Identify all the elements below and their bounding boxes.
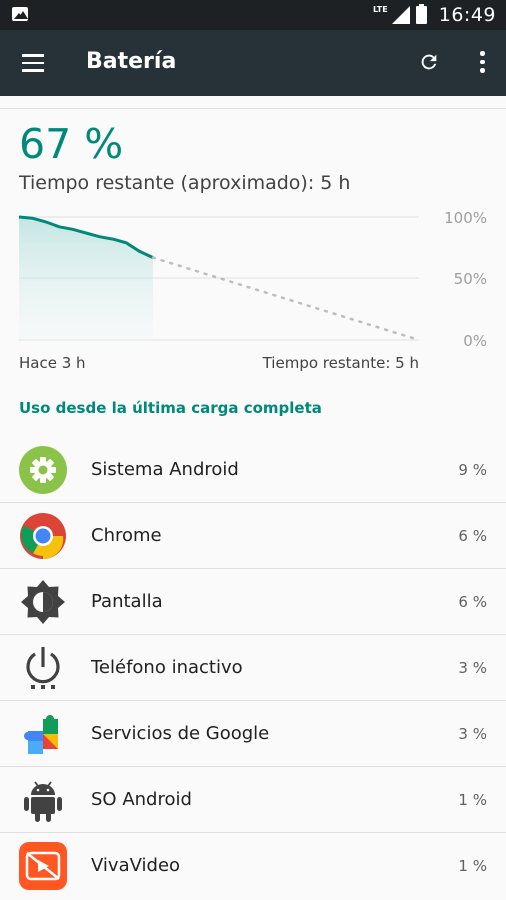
x-end-label: Tiempo restante: 5 h [262, 354, 419, 372]
clock: 16:49 [438, 4, 496, 26]
y-tick-label: 100% [444, 209, 487, 227]
time-remaining: Tiempo restante (aproximado): 5 h [19, 172, 351, 194]
x-start-label: Hace 3 h [19, 354, 86, 372]
battery-icon [415, 4, 427, 24]
list-item[interactable]: Teléfono inactivo 3 % [0, 635, 506, 701]
android-robot-icon [24, 781, 62, 822]
divider [0, 108, 506, 109]
chrome-icon [20, 513, 66, 560]
app-bar: Batería [0, 30, 506, 96]
list-item[interactable]: Chrome 6 % [0, 503, 506, 569]
chart-plot [18, 215, 421, 342]
usage-percent: 3 % [458, 659, 487, 677]
usage-percent: 6 % [458, 527, 487, 545]
more-vert-icon[interactable] [478, 51, 486, 75]
usage-percent: 9 % [458, 461, 487, 479]
y-tick-label: 50% [453, 270, 487, 288]
usage-percent: 6 % [458, 593, 487, 611]
google-play-services-icon [24, 715, 58, 754]
battery-history-chart: 100% 50% 0% Hace 3 h Tiempo restante: 5 … [0, 200, 506, 372]
android-system-gear-icon [19, 446, 67, 494]
signal-icon [391, 6, 410, 24]
page-title: Batería [86, 49, 177, 74]
app-name: Teléfono inactivo [91, 657, 243, 678]
app-name: SO Android [91, 789, 192, 810]
power-icon [26, 647, 60, 689]
list-item[interactable]: VivaVideo 1 % [0, 833, 506, 899]
list-item[interactable]: Pantalla 6 % [0, 569, 506, 635]
brightness-icon [21, 580, 65, 624]
network-type: LTE [373, 4, 388, 14]
usage-percent: 1 % [458, 791, 487, 809]
usage-percent: 3 % [458, 725, 487, 743]
app-name: VivaVideo [91, 855, 181, 876]
y-tick-label: 0% [463, 332, 487, 350]
gallery-notification-icon [12, 7, 28, 21]
list-item[interactable]: SO Android 1 % [0, 767, 506, 833]
app-name: Chrome [91, 525, 162, 546]
battery-percent: 67 % [19, 120, 124, 168]
status-bar: LTE 16:49 [0, 0, 506, 30]
usage-list: Sistema Android 9 % Chrome 6 % Pantalla … [0, 437, 506, 899]
vivavideo-icon [19, 842, 67, 890]
refresh-icon[interactable] [418, 51, 440, 73]
app-name: Pantalla [91, 591, 163, 612]
usage-section-heading: Uso desde la última carga completa [19, 399, 322, 417]
history-area [19, 217, 153, 340]
app-name: Servicios de Google [91, 723, 270, 744]
list-item[interactable]: Servicios de Google 3 % [0, 701, 506, 767]
app-name: Sistema Android [91, 459, 239, 480]
menu-icon[interactable] [22, 54, 44, 72]
list-item[interactable]: Sistema Android 9 % [0, 437, 506, 503]
usage-percent: 1 % [458, 857, 487, 875]
projection-line [151, 256, 421, 342]
